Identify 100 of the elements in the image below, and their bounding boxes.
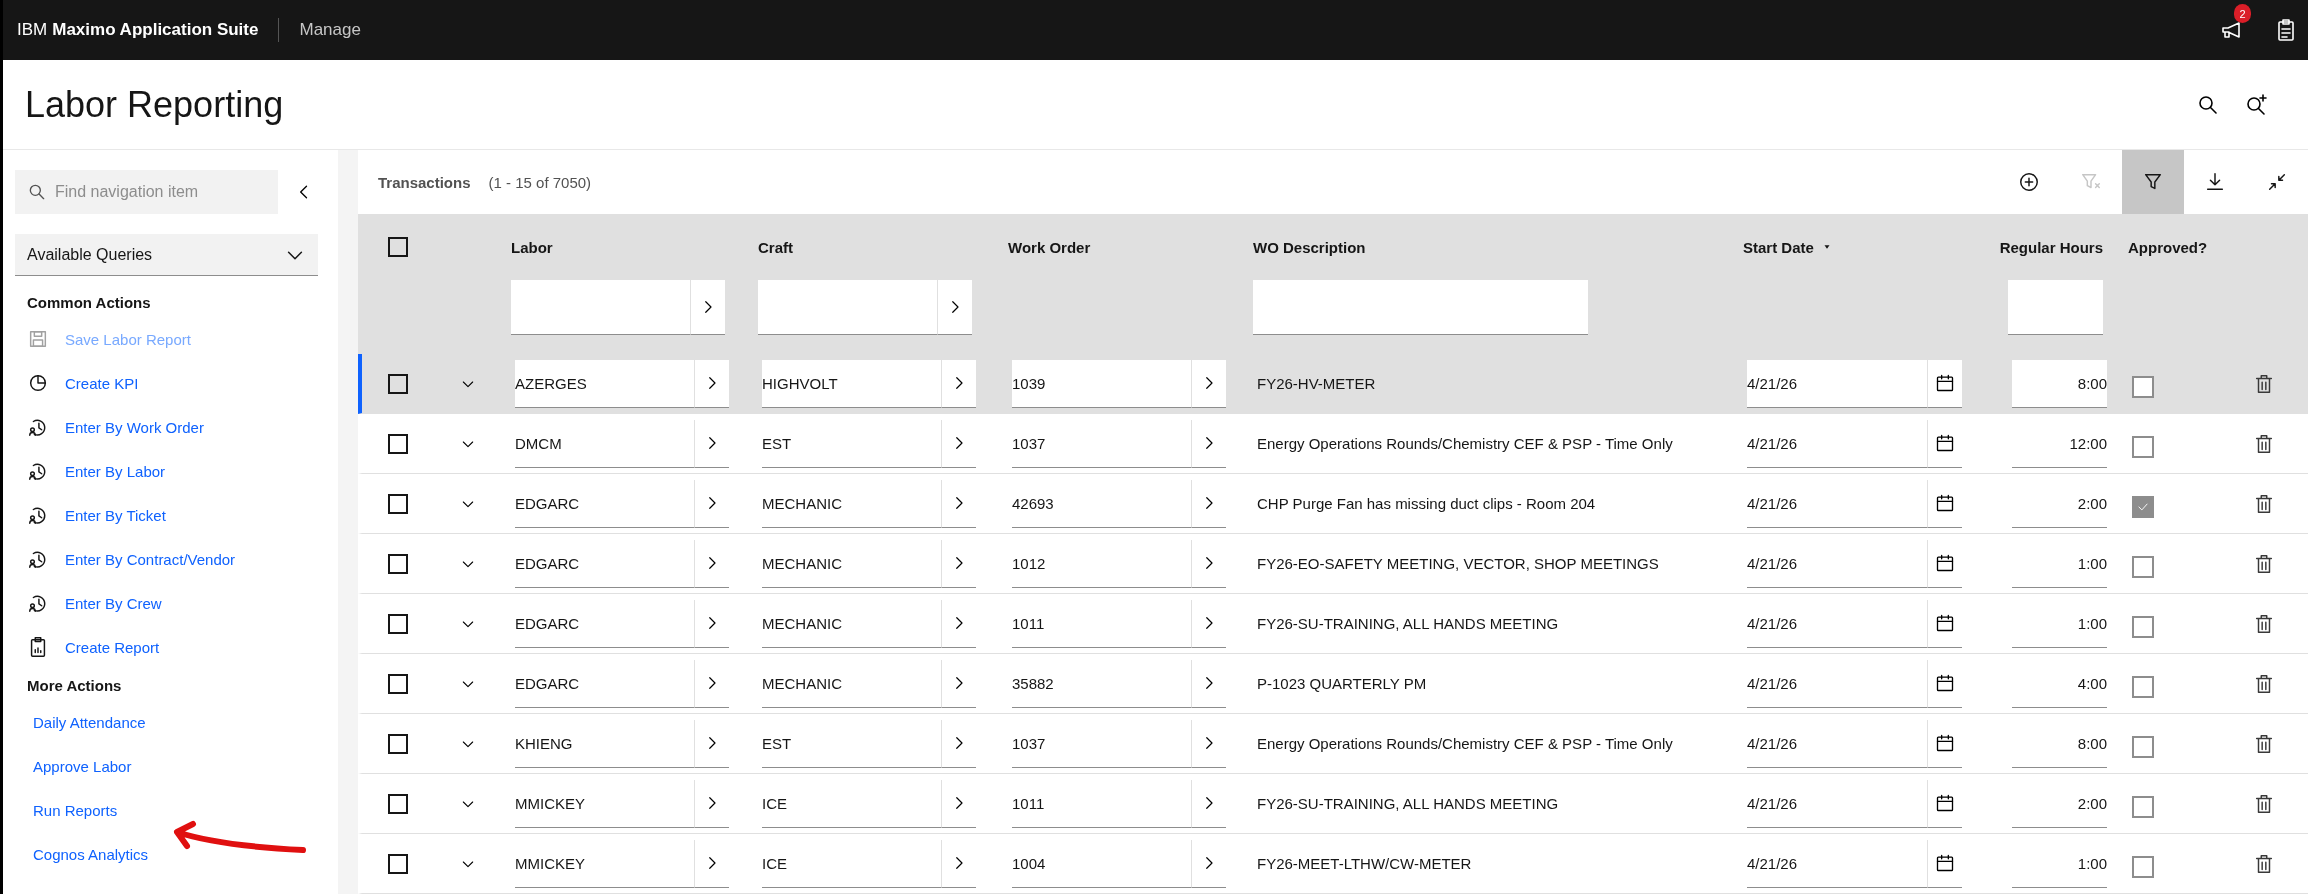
lookup-button[interactable] bbox=[1191, 599, 1226, 648]
date-field[interactable]: 4/21/26 bbox=[1747, 419, 1927, 468]
approved-checkbox[interactable] bbox=[2132, 795, 2154, 818]
date-field[interactable]: 4/21/26 bbox=[1747, 479, 1927, 528]
column-header[interactable]: WO Description bbox=[1253, 238, 1366, 256]
hours-field[interactable]: 2:00 bbox=[2012, 779, 2107, 828]
labor-field[interactable]: MMICKEY bbox=[515, 839, 694, 888]
sidebar-link[interactable]: Enter By Contract/Vendor bbox=[15, 537, 236, 581]
work-order-field[interactable]: 1011 bbox=[1012, 599, 1191, 648]
delete-button[interactable] bbox=[2253, 492, 2275, 515]
date-field[interactable]: 4/21/26 bbox=[1747, 359, 1927, 408]
hours-field[interactable]: 1:00 bbox=[2012, 539, 2107, 588]
hours-field[interactable]: 8:00 bbox=[2012, 359, 2107, 408]
lookup-button[interactable] bbox=[690, 280, 725, 335]
hours-field[interactable]: 2:00 bbox=[2012, 479, 2107, 528]
lookup-button[interactable] bbox=[694, 359, 729, 408]
delete-button[interactable] bbox=[2253, 852, 2275, 875]
hours-field[interactable]: 8:00 bbox=[2012, 719, 2107, 768]
select-all-checkbox[interactable] bbox=[388, 237, 408, 257]
filter-field[interactable] bbox=[758, 280, 937, 335]
hours-field[interactable]: 1:00 bbox=[2012, 599, 2107, 648]
approved-checkbox[interactable] bbox=[2132, 735, 2154, 758]
delete-button[interactable] bbox=[2253, 552, 2275, 575]
lookup-button[interactable] bbox=[941, 659, 976, 708]
lookup-button[interactable] bbox=[694, 479, 729, 528]
lookup-button[interactable] bbox=[941, 719, 976, 768]
table-row[interactable]: MMICKEY ICE 1004 FY26-MEET-LTHW/CW-METER 4/21/26 1:00 bbox=[358, 834, 2308, 894]
row-checkbox[interactable] bbox=[388, 673, 408, 694]
labor-field[interactable]: MMICKEY bbox=[515, 779, 694, 828]
craft-field[interactable]: MECHANIC bbox=[762, 599, 941, 648]
lookup-button[interactable] bbox=[941, 359, 976, 408]
labor-field[interactable]: EDGARC bbox=[515, 599, 694, 648]
table-row[interactable]: AZERGES HIGHVOLT 1039 FY26-HV-METER 4/21/26 8:00 bbox=[358, 354, 2308, 414]
sidebar-link[interactable]: Enter By Labor bbox=[15, 449, 166, 493]
sidebar-link[interactable]: Enter By Ticket bbox=[15, 493, 166, 537]
row-checkbox[interactable] bbox=[388, 433, 408, 454]
lookup-button[interactable] bbox=[1191, 659, 1226, 708]
row-checkbox[interactable] bbox=[388, 613, 408, 634]
lookup-button[interactable] bbox=[694, 659, 729, 708]
hours-field[interactable]: 12:00 bbox=[2012, 419, 2107, 468]
table-row[interactable]: EDGARC MECHANIC 1011 FY26-SU-TRAINING, ALL HANDS MEETING 4/21/26 1:00 bbox=[358, 594, 2308, 654]
calendar-button[interactable] bbox=[1927, 839, 1962, 888]
approved-checkbox[interactable] bbox=[2132, 675, 2154, 698]
table-row[interactable]: DMCM EST 1037 Energy Operations Rounds/Chemistry CEF & PSP - Time Only 4/21/26 12:00 bbox=[358, 414, 2308, 474]
hours-field[interactable]: 1:00 bbox=[2012, 839, 2107, 888]
calendar-button[interactable] bbox=[1927, 359, 1962, 408]
sidebar-link[interactable]: Enter By Work Order bbox=[15, 405, 204, 449]
sidebar-link[interactable]: Run Reports bbox=[15, 788, 118, 832]
lookup-button[interactable] bbox=[1191, 539, 1226, 588]
table-row[interactable]: EDGARC MECHANIC 1012 FY26-EO-SAFETY MEETING, VECTOR, SHOP MEETINGS 4/21/26 1:00 bbox=[358, 534, 2308, 594]
approved-checkbox[interactable] bbox=[2132, 435, 2154, 458]
column-header[interactable]: Work Order bbox=[1008, 238, 1091, 256]
work-order-field[interactable]: 1004 bbox=[1012, 839, 1191, 888]
craft-field[interactable]: MECHANIC bbox=[762, 539, 941, 588]
labor-field[interactable]: EDGARC bbox=[515, 479, 694, 528]
lookup-button[interactable] bbox=[694, 779, 729, 828]
row-checkbox[interactable] bbox=[388, 733, 408, 754]
work-order-field[interactable]: 42693 bbox=[1012, 479, 1191, 528]
lookup-button[interactable] bbox=[941, 839, 976, 888]
row-checkbox[interactable] bbox=[388, 793, 408, 814]
delete-button[interactable] bbox=[2253, 612, 2275, 635]
lookup-button[interactable] bbox=[694, 839, 729, 888]
craft-field[interactable]: EST bbox=[762, 719, 941, 768]
delete-button[interactable] bbox=[2253, 732, 2275, 755]
column-header[interactable]: Approved? bbox=[2128, 238, 2208, 256]
lookup-button[interactable] bbox=[1191, 719, 1226, 768]
date-field[interactable]: 4/21/26 bbox=[1747, 539, 1927, 588]
filter-button[interactable] bbox=[2122, 150, 2184, 214]
hours-field[interactable]: 4:00 bbox=[2012, 659, 2107, 708]
column-header[interactable]: Craft bbox=[758, 238, 793, 256]
craft-field[interactable]: ICE bbox=[762, 839, 941, 888]
approved-checkbox[interactable] bbox=[2132, 615, 2154, 638]
labor-field[interactable]: DMCM bbox=[515, 419, 694, 468]
lookup-button[interactable] bbox=[1191, 419, 1226, 468]
date-field[interactable]: 4/21/26 bbox=[1747, 659, 1927, 708]
lookup-button[interactable] bbox=[941, 539, 976, 588]
calendar-button[interactable] bbox=[1927, 539, 1962, 588]
calendar-button[interactable] bbox=[1927, 779, 1962, 828]
delete-button[interactable] bbox=[2253, 432, 2275, 455]
column-header[interactable]: Start Date bbox=[1743, 238, 1814, 256]
approved-checkbox[interactable] bbox=[2132, 495, 2154, 518]
calendar-button[interactable] bbox=[1927, 599, 1962, 648]
row-checkbox[interactable] bbox=[388, 853, 408, 874]
craft-field[interactable]: MECHANIC bbox=[762, 659, 941, 708]
work-order-field[interactable]: 1037 bbox=[1012, 719, 1191, 768]
lookup-button[interactable] bbox=[937, 280, 972, 335]
queries-dropdown[interactable]: Available Queries bbox=[15, 234, 318, 276]
row-checkbox[interactable] bbox=[388, 373, 408, 394]
table-row[interactable]: EDGARC MECHANIC 35882 P-1023 QUARTERLY PM 4/21/26 4:00 bbox=[358, 654, 2308, 714]
delete-button[interactable] bbox=[2253, 792, 2275, 815]
lookup-button[interactable] bbox=[694, 539, 729, 588]
lookup-button[interactable] bbox=[941, 419, 976, 468]
table-row[interactable]: KHIENG EST 1037 Energy Operations Rounds/Chemistry CEF & PSP - Time Only 4/21/26 8:00 bbox=[358, 714, 2308, 774]
date-field[interactable]: 4/21/26 bbox=[1747, 839, 1927, 888]
calendar-button[interactable] bbox=[1927, 419, 1962, 468]
labor-field[interactable]: EDGARC bbox=[515, 539, 694, 588]
calendar-button[interactable] bbox=[1927, 659, 1962, 708]
craft-field[interactable]: MECHANIC bbox=[762, 479, 941, 528]
lookup-button[interactable] bbox=[941, 599, 976, 648]
column-header[interactable]: Regular Hours bbox=[1999, 238, 2103, 256]
